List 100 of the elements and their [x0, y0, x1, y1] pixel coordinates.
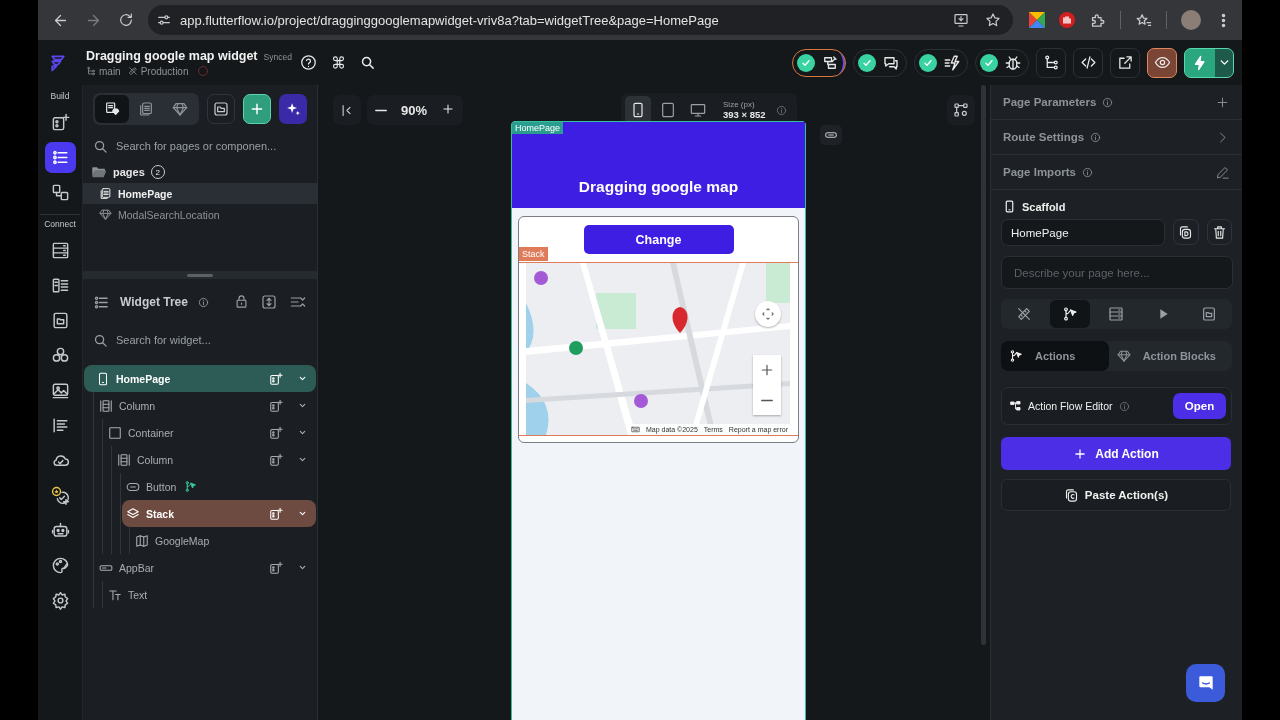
page-icon — [1200, 306, 1217, 322]
search-field[interactable]: Search for pages or componen... — [116, 140, 307, 152]
extension-icon[interactable] — [1029, 12, 1045, 28]
site-settings-icon[interactable] — [156, 12, 172, 28]
tools-icon — [1016, 306, 1033, 322]
paste-icon — [1063, 487, 1079, 503]
preview-button[interactable] — [1147, 47, 1177, 78]
zoom-level: 90% — [401, 102, 428, 118]
action-flow-icon — [1062, 306, 1079, 322]
address-bar[interactable]: app.flutterflow.io/project/dragginggooglemapwidget-vriv8a?tab=widgetTree&page=HomePage — [148, 5, 1013, 35]
canvas-settings-button[interactable] — [947, 95, 975, 125]
trash-icon — [1211, 224, 1227, 240]
extensions-icon[interactable] — [1089, 11, 1106, 29]
size-value: 393 × 852 — [723, 109, 766, 120]
chat-button[interactable] — [1186, 664, 1225, 702]
open-button[interactable]: Open — [1173, 393, 1226, 419]
keyboard-icon[interactable] — [630, 425, 640, 434]
action-tab[interactable]: Actions — [1001, 341, 1109, 371]
section-title: Route Settings — [1003, 131, 1085, 143]
eye-icon — [1153, 54, 1171, 71]
actions-tab[interactable] — [1050, 300, 1091, 328]
tree-item[interactable]: Column — [95, 392, 316, 419]
map-widget-button[interactable] — [820, 125, 842, 145]
duplicate-button[interactable] — [1173, 219, 1199, 245]
branch-button[interactable] — [1036, 47, 1066, 78]
help-icon[interactable] — [300, 54, 317, 71]
zoom-out-button[interactable] — [375, 108, 387, 112]
section-label: Connect — [44, 218, 76, 231]
run-button[interactable] — [1184, 47, 1234, 78]
expand-all-icon[interactable] — [261, 294, 277, 310]
profile-avatar[interactable] — [1181, 10, 1201, 30]
caret-down-icon[interactable] — [297, 401, 307, 410]
page-item[interactable]: ModalSearchLocation — [83, 204, 317, 225]
add-child-icon[interactable] — [269, 371, 283, 386]
folder-label: pages — [113, 166, 145, 178]
caret-down-icon[interactable] — [297, 455, 307, 464]
text-icon — [108, 587, 122, 602]
plus-icon — [441, 101, 456, 116]
tree-item[interactable]: GoogleMap — [131, 527, 316, 554]
tree-item[interactable]: AppBar — [95, 554, 316, 581]
bookmarks-icon[interactable] — [1135, 11, 1152, 29]
collapse-list-icon[interactable] — [289, 294, 307, 310]
bookmark-star-icon[interactable] — [985, 12, 1001, 28]
search-field[interactable]: Search for widget... — [116, 334, 307, 346]
tree-item[interactable]: Text — [104, 581, 316, 608]
stop-hand-icon[interactable] — [1059, 12, 1075, 28]
delete-button[interactable] — [1206, 219, 1232, 245]
ai-button[interactable] — [279, 94, 307, 124]
plus-icon — [759, 362, 775, 378]
desktop-icon — [690, 102, 707, 118]
tree-item[interactable]: Container — [104, 419, 316, 446]
tree-item[interactable]: Stack — [122, 500, 316, 527]
add-button[interactable] — [243, 94, 272, 124]
sync-status: Synced — [263, 51, 292, 62]
caret-down-icon[interactable] — [297, 374, 307, 383]
diamond-icon — [172, 101, 188, 117]
search-icon[interactable] — [360, 55, 375, 70]
action-flow-icon — [1009, 349, 1023, 363]
folder-icon — [213, 101, 229, 117]
command-icon[interactable] — [331, 55, 346, 70]
collapse-panel-button[interactable] — [333, 95, 361, 125]
reload-icon[interactable] — [118, 12, 134, 28]
widget-tree-button[interactable] — [44, 142, 76, 173]
action-tab[interactable]: Action Blocks — [1108, 341, 1232, 371]
tree-item[interactable]: Column — [113, 446, 316, 473]
graph-settings-icon — [953, 102, 969, 118]
caret-down-icon[interactable] — [297, 509, 307, 518]
size-label: Size (px) — [723, 100, 756, 109]
search-icon — [93, 138, 108, 154]
minus-icon — [761, 398, 773, 402]
lock-icon[interactable] — [234, 294, 249, 309]
add-child-icon[interactable] — [269, 425, 283, 440]
resize-handle[interactable] — [187, 273, 213, 277]
media-icon — [50, 381, 70, 400]
branch-name: main — [99, 65, 121, 77]
page-name-field[interactable]: HomePage — [1001, 219, 1165, 246]
description-field[interactable]: Describe your page here... — [1001, 256, 1233, 289]
pages-tab[interactable] — [95, 95, 129, 123]
edit-icon[interactable] — [1215, 164, 1230, 180]
add-action-button[interactable]: Add Action — [1001, 437, 1231, 470]
install-icon[interactable] — [953, 12, 969, 28]
caret-down-icon[interactable] — [297, 563, 307, 572]
lightning-icon — [1192, 54, 1208, 71]
add-child-icon[interactable] — [269, 452, 283, 467]
tree-item[interactable]: HomePage — [84, 365, 316, 392]
add-child-icon[interactable] — [269, 398, 283, 413]
tree-item[interactable]: Button — [122, 473, 316, 500]
paste-actions-button[interactable]: Paste Action(s) — [1001, 479, 1231, 511]
page-item[interactable]: HomePage — [83, 183, 317, 204]
database-icon — [1108, 306, 1125, 322]
add-child-icon[interactable] — [269, 506, 283, 521]
phone-device-button[interactable] — [625, 96, 652, 124]
code-button[interactable] — [1073, 47, 1103, 78]
add-icon[interactable] — [1215, 94, 1230, 110]
caret-down-icon[interactable] — [297, 428, 307, 437]
change-button[interactable]: Change — [583, 225, 734, 254]
new-folder-button[interactable] — [207, 94, 236, 124]
open-external-button[interactable] — [1110, 47, 1140, 78]
add-child-icon[interactable] — [269, 560, 283, 575]
map-icon — [135, 533, 149, 548]
